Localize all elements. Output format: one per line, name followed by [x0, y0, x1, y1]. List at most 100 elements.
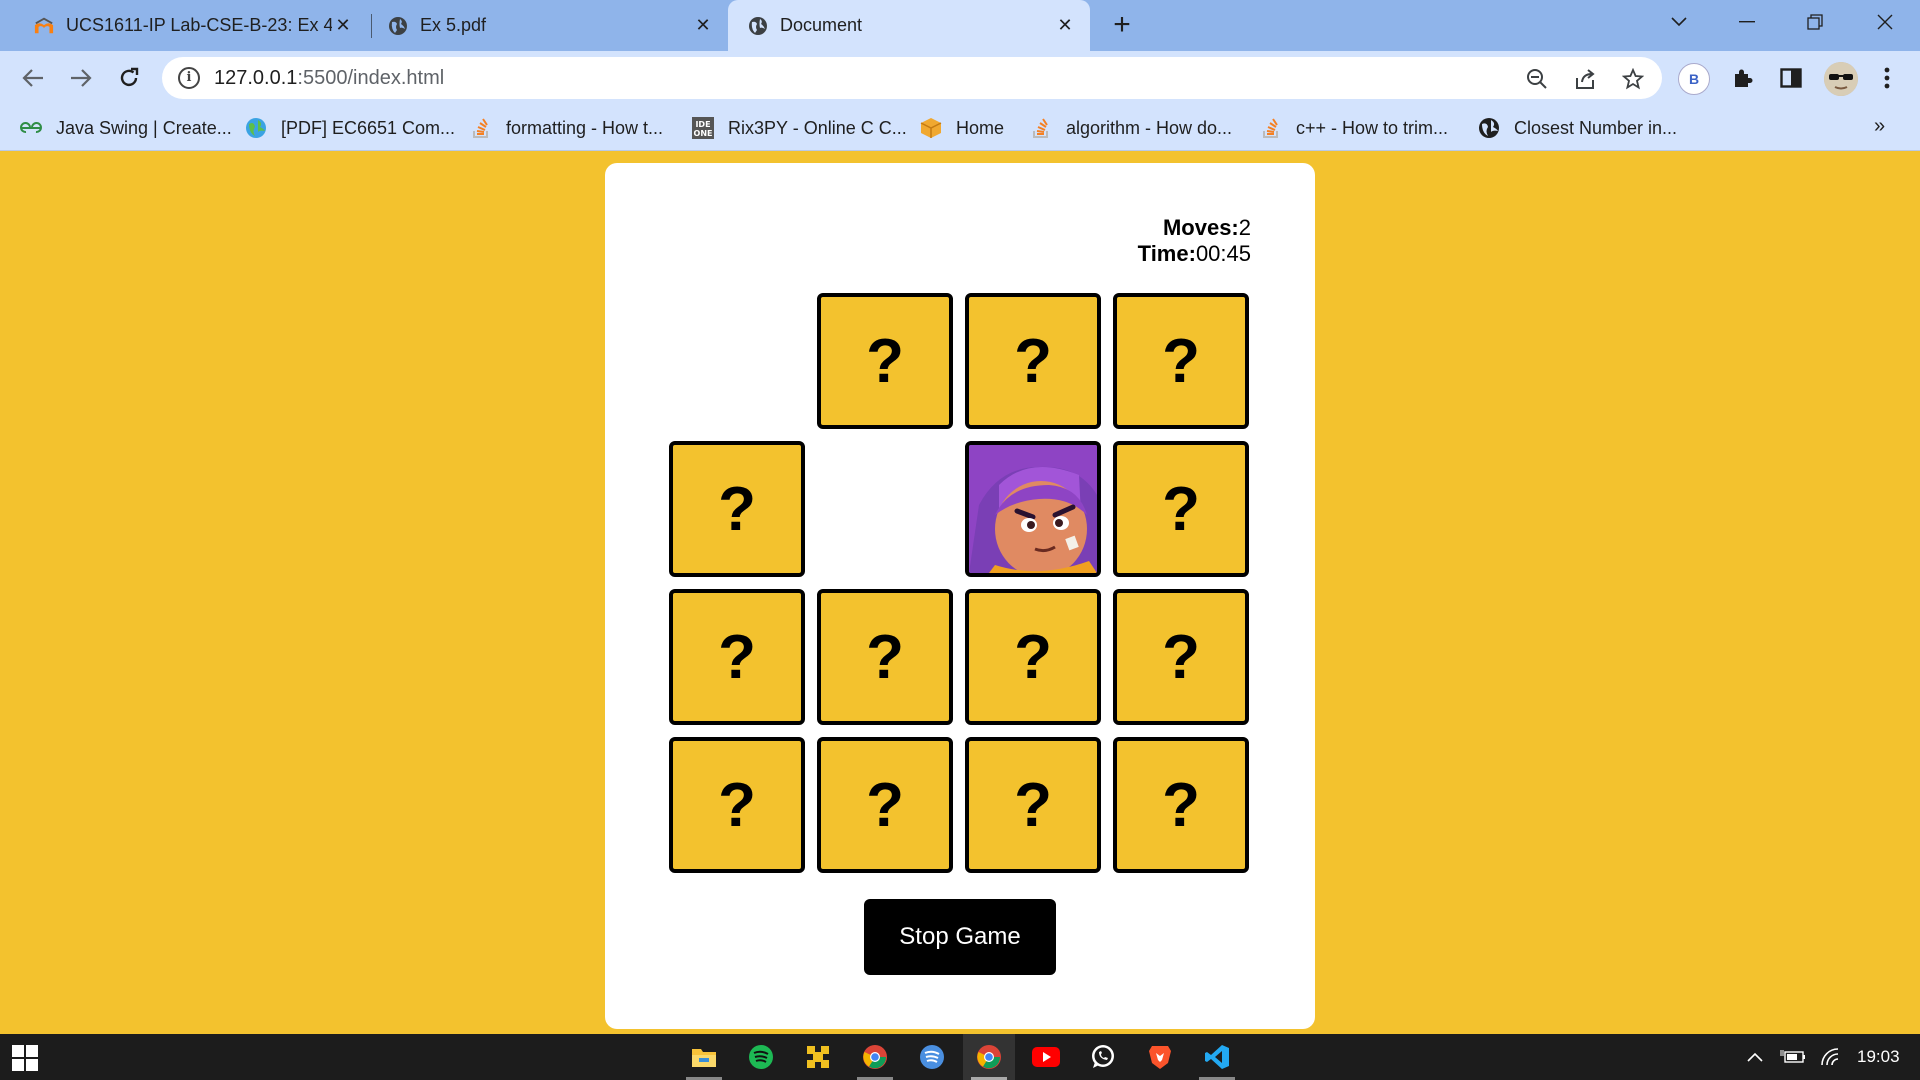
tab-moodle[interactable]: UCS1611-IP Lab-CSE-B-23: Ex 4: ✕ — [0, 0, 368, 51]
ideone-icon: IDE ONE — [692, 117, 714, 139]
bookmark-rix3py[interactable]: IDE ONE Rix3PY - Online C C... — [692, 105, 907, 151]
stop-game-button[interactable]: Stop Game — [864, 899, 1056, 975]
memory-card[interactable]: ? — [669, 589, 805, 725]
memory-card[interactable]: ? — [817, 737, 953, 873]
battery-icon[interactable] — [1780, 1034, 1806, 1080]
more-bookmarks-icon[interactable]: » — [1874, 115, 1885, 138]
stackoverflow-icon — [470, 117, 492, 139]
card-grid: ? ? ? ? ? ? ? ? ? ? ? ? ? — [669, 293, 1254, 878]
timer: Time:00:45 — [1138, 241, 1251, 267]
bookmark-cpp-trim[interactable]: c++ - How to trim... — [1260, 105, 1448, 151]
extensions-icon[interactable] — [1728, 63, 1758, 93]
box-icon — [920, 117, 942, 139]
memory-card[interactable]: ? — [669, 441, 805, 577]
bookmark-label: Closest Number in... — [1514, 117, 1678, 138]
wifi-icon[interactable] — [1820, 1034, 1842, 1080]
moves-counter: Moves:2 — [1138, 215, 1251, 241]
close-tab-icon[interactable]: ✕ — [692, 15, 714, 36]
bookmark-closest-number[interactable]: Closest Number in... — [1478, 105, 1677, 151]
brave-icon[interactable] — [1134, 1034, 1186, 1080]
share-icon[interactable] — [1572, 67, 1598, 91]
game-card: Moves:2 Time:00:45 ? ? ? ? ? ? ? ? ? ? ?… — [605, 163, 1315, 1029]
time-value: 00:45 — [1195, 241, 1251, 266]
spotify-icon[interactable] — [735, 1034, 787, 1080]
menu-icon[interactable] — [1872, 63, 1902, 93]
bookmark-ec6651[interactable]: [PDF] EC6651 Com... — [245, 105, 455, 151]
bookmarks-bar: Java Swing | Create... [PDF] EC6651 Com.… — [0, 105, 1920, 151]
memory-card[interactable]: ? — [965, 293, 1101, 429]
vscode-icon[interactable] — [1191, 1034, 1243, 1080]
reload-icon[interactable] — [112, 60, 146, 96]
memory-card[interactable]: ? — [1113, 737, 1249, 873]
tray-overflow-icon[interactable] — [1746, 1034, 1764, 1080]
memory-card[interactable]: ? — [1113, 293, 1249, 429]
tab-search-icon[interactable] — [1656, 0, 1702, 44]
bookmark-home[interactable]: Home — [920, 105, 1004, 151]
tab-title: Ex 5.pdf — [420, 15, 487, 35]
bookmark-label: Java Swing | Create... — [56, 117, 232, 138]
youtube-icon[interactable] — [1020, 1034, 1072, 1080]
memory-card[interactable]: ? — [817, 293, 953, 429]
bookmark-label: Rix3PY - Online C C... — [728, 117, 907, 138]
profile-badge[interactable]: B — [1678, 63, 1710, 95]
address-url[interactable]: 127.0.0.1:5500/index.html — [214, 67, 444, 90]
new-tab-icon[interactable]: + — [1106, 8, 1138, 42]
stackoverflow-icon — [1030, 117, 1052, 139]
svg-text:ONE: ONE — [694, 129, 713, 138]
bookmark-star-icon[interactable] — [1620, 67, 1646, 91]
url-path: :5500/index.html — [297, 66, 445, 89]
spotify-alt-icon[interactable] — [906, 1034, 958, 1080]
zoom-icon[interactable] — [1524, 67, 1550, 91]
tab-strip: UCS1611-IP Lab-CSE-B-23: Ex 4: ✕ Ex 5.pd… — [0, 0, 1920, 51]
whatsapp-icon[interactable] — [1077, 1034, 1129, 1080]
bookmark-java-swing[interactable]: Java Swing | Create... — [20, 105, 232, 151]
globe-icon — [1478, 117, 1500, 139]
geeksforgeeks-icon — [20, 117, 42, 139]
bookmark-label: Home — [956, 117, 1005, 138]
windows-start-icon[interactable] — [12, 1045, 38, 1071]
svg-text:IDE: IDE — [695, 120, 710, 129]
close-window-icon[interactable] — [1862, 0, 1908, 44]
chrome-active-icon[interactable] — [963, 1034, 1015, 1080]
file-explorer-icon[interactable] — [678, 1034, 730, 1080]
chrome-icon[interactable] — [849, 1034, 901, 1080]
tab-title: Document — [780, 15, 863, 35]
moves-label: Moves: — [1162, 215, 1239, 240]
browser-toolbar: i 127.0.0.1:5500/index.html B — [0, 51, 1920, 105]
bookmark-algorithm[interactable]: algorithm - How do... — [1030, 105, 1232, 151]
restore-icon[interactable] — [1792, 0, 1838, 44]
bookmark-label: [PDF] EC6651 Com... — [281, 117, 456, 138]
side-panel-icon[interactable] — [1776, 63, 1806, 93]
url-host: 127.0.0.1 — [214, 66, 298, 89]
globe-color-icon — [245, 117, 267, 139]
forward-icon[interactable] — [64, 60, 98, 96]
address-bar[interactable]: i 127.0.0.1:5500/index.html — [162, 57, 1662, 99]
bookmark-label: formatting - How t... — [506, 117, 664, 138]
bookmark-label: algorithm - How do... — [1066, 117, 1233, 138]
bookmark-formatting[interactable]: formatting - How t... — [470, 105, 663, 151]
time-label: Time: — [1137, 241, 1196, 266]
revealed-card-brawler-portrait[interactable] — [965, 441, 1101, 577]
site-info-icon[interactable]: i — [178, 67, 200, 89]
back-icon[interactable] — [16, 60, 50, 96]
memory-card[interactable]: ? — [965, 737, 1101, 873]
memory-card[interactable]: ? — [817, 589, 953, 725]
moodle-icon — [34, 16, 54, 36]
game-stats: Moves:2 Time:00:45 — [1138, 215, 1251, 267]
bookmark-label: c++ - How to trim... — [1296, 117, 1449, 138]
minimize-icon[interactable] — [1724, 0, 1770, 44]
taskbar: 19:03 — [0, 1034, 1920, 1080]
memory-card[interactable]: ? — [1113, 441, 1249, 577]
app-icon[interactable] — [792, 1034, 844, 1080]
memory-card[interactable]: ? — [669, 737, 805, 873]
tab-ex5-pdf[interactable]: Ex 5.pdf ✕ — [358, 0, 728, 51]
tab-document[interactable]: Document ✕ — [728, 0, 1090, 51]
close-tab-icon[interactable]: ✕ — [332, 15, 354, 36]
memory-card[interactable]: ? — [1113, 589, 1249, 725]
memory-card[interactable]: ? — [965, 589, 1101, 725]
stackoverflow-icon — [1260, 117, 1282, 139]
tab-title: UCS1611-IP Lab-CSE-B-23: Ex 4: — [66, 15, 332, 35]
close-tab-icon[interactable]: ✕ — [1054, 15, 1076, 36]
avatar[interactable] — [1824, 62, 1858, 96]
clock[interactable]: 19:03 — [1857, 1034, 1900, 1080]
